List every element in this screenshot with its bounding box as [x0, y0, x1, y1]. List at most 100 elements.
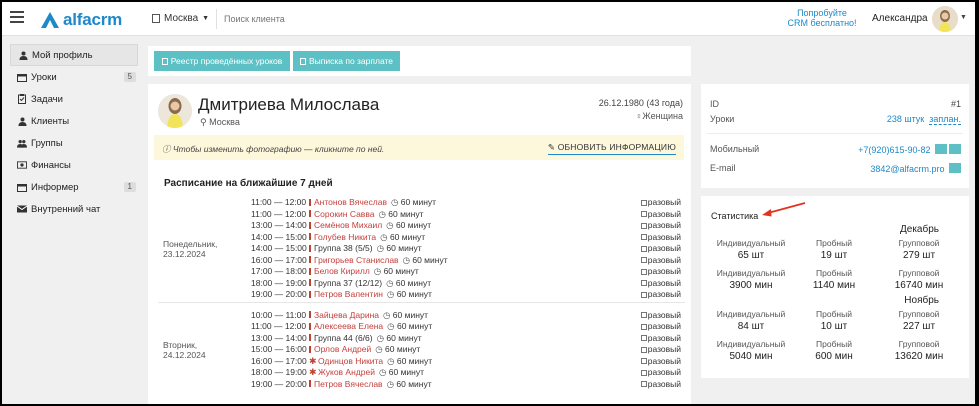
lesson-row[interactable]: 16:00 — 17:00 ✱Одинцов Никита ◷ 60 минут ра…: [251, 356, 681, 367]
lesson-participant-link[interactable]: Петров Валентин: [314, 289, 383, 299]
stats-cell-label: Групповой: [898, 309, 940, 319]
lessons-register-button[interactable]: Реестр проведённых уроков: [154, 51, 290, 71]
lesson-participant-link[interactable]: Группа 37 (12/12): [314, 278, 382, 288]
lesson-duration: 60 минут: [396, 289, 432, 299]
one-time-checkbox[interactable]: разовый: [640, 232, 681, 243]
lesson-participant-link[interactable]: Григорьев Станислав: [314, 255, 399, 265]
lesson-row[interactable]: 15:00 — 16:00 Орлов Андрей ◷ 60 минут разов…: [251, 344, 681, 355]
day-separator: [158, 301, 685, 303]
phone-icon[interactable]: [949, 144, 961, 154]
lesson-row[interactable]: 14:00 — 15:00 Голубев Никита ◷ 60 минут раз…: [251, 232, 681, 243]
one-time-checkbox[interactable]: разовый: [640, 255, 681, 266]
lessons-count-link[interactable]: 238 штук: [887, 114, 924, 124]
sidebar-item-lessons[interactable]: Уроки 5: [10, 66, 138, 88]
checkbox-box: [640, 323, 647, 330]
menu-icon[interactable]: [10, 11, 24, 23]
lesson-participant-link[interactable]: Голубев Никита: [314, 232, 376, 242]
one-time-checkbox[interactable]: разовый: [640, 289, 681, 300]
brand-logo[interactable]: alfacrm: [40, 10, 122, 30]
lesson-row[interactable]: 18:00 — 19:00 Группа 37 (12/12) ◷ 60 минут…: [251, 278, 681, 289]
lesson-participant-link[interactable]: Орлов Андрей: [314, 344, 371, 354]
user-avatar[interactable]: [932, 6, 958, 32]
stats-cell-label: Индивидуальный: [716, 238, 786, 248]
sidebar-item-finance[interactable]: Финансы: [10, 154, 138, 176]
id-value: #1: [950, 99, 961, 109]
lesson-row[interactable]: 14:00 — 15:00 Группа 38 (5/5) ◷ 60 минут ра…: [251, 243, 681, 254]
building-icon: [152, 14, 160, 23]
lessons-planned-link[interactable]: заплан.: [929, 114, 961, 125]
lesson-participant-link[interactable]: Антонов Вячеслав: [314, 197, 387, 207]
lesson-row[interactable]: 13:00 — 14:00 Семёнов Михаил ◷ 60 минут раз…: [251, 220, 681, 231]
stats-cell-label: Групповой: [898, 339, 940, 349]
one-time-checkbox[interactable]: разовый: [640, 278, 681, 289]
lesson-participant-link[interactable]: Алексеева Елена: [314, 321, 383, 331]
email-value: 3842@alfacrm.pro: [870, 163, 961, 174]
salary-statement-button[interactable]: Выписка по зарплате: [293, 51, 400, 71]
checkbox-box: [640, 358, 647, 364]
client-search-input[interactable]: [216, 9, 386, 29]
one-time-checkbox[interactable]: разовый: [640, 321, 681, 332]
one-time-checkbox[interactable]: разовый: [640, 243, 681, 254]
city-selector[interactable]: Москва ▼: [152, 13, 209, 24]
clock-icon: ◷: [402, 254, 410, 265]
one-time-checkbox[interactable]: разовый: [640, 220, 681, 231]
one-time-checkbox[interactable]: разовый: [640, 379, 681, 390]
sms-icon[interactable]: [935, 144, 947, 154]
stats-cell-value: 65 шт: [737, 250, 765, 261]
lesson-row[interactable]: 10:00 — 11:00 Зайцева Дарина ◷ 60 минут раз…: [251, 310, 681, 321]
lesson-participant-link[interactable]: Группа 44 (6/6): [314, 333, 373, 343]
lesson-row[interactable]: 11:00 — 12:00 Антонов Вячеслав ◷ 60 минут р…: [251, 197, 681, 208]
stats-cell-value: 16740 мин: [894, 280, 944, 291]
one-time-checkbox[interactable]: разовый: [640, 197, 681, 208]
lesson-row[interactable]: 11:00 — 12:00 Алексеева Елена ◷ 60 минут ра…: [251, 321, 681, 332]
checkbox-box: [640, 268, 647, 275]
lesson-participant-link[interactable]: Белов Кирилл: [314, 266, 370, 276]
lesson-time: 11:00 — 12:00: [251, 208, 307, 219]
day-label: Вторник, 24.12.2024: [163, 340, 206, 360]
lesson-participant-link[interactable]: Сорокин Савва: [314, 209, 374, 219]
lessons-register-label: Реестр проведённых уроков: [170, 56, 283, 66]
one-time-checkbox[interactable]: разовый: [640, 266, 681, 277]
envelope-icon[interactable]: [949, 163, 961, 173]
divider: [707, 133, 963, 134]
lesson-row[interactable]: 19:00 — 20:00 Петров Вячеслав ◷ 60 минут ра…: [251, 379, 681, 390]
one-time-checkbox[interactable]: разовый: [640, 209, 681, 220]
lesson-row[interactable]: 17:00 — 18:00 Белов Кирилл ◷ 60 минут разов…: [251, 266, 681, 277]
email-link[interactable]: 3842@alfacrm.pro: [870, 164, 944, 174]
sidebar-item-tasks[interactable]: Задачи: [10, 88, 138, 110]
checkbox-box: [640, 291, 647, 298]
lesson-row[interactable]: 13:00 — 14:00 Группа 44 (6/6) ◷ 60 минут ра…: [251, 333, 681, 344]
sidebar-item-label: Группы: [31, 137, 63, 149]
one-time-label: разовый: [647, 289, 681, 299]
info-circle-icon: ⓘ: [162, 144, 171, 154]
lesson-row[interactable]: 11:00 — 12:00 Сорокин Савва ◷ 60 минут разо…: [251, 209, 681, 220]
lesson-participant-link[interactable]: Семёнов Михаил: [314, 220, 382, 230]
update-info-button[interactable]: ✎ ОБНОВИТЬ ИНФОРМАЦИЮ: [547, 142, 676, 155]
lesson-row[interactable]: 16:00 — 17:00 Григорьев Станислав ◷ 60 мин…: [251, 255, 681, 266]
sidebar-item-my-profile[interactable]: Мой профиль: [10, 44, 138, 66]
sidebar-item-clients[interactable]: Клиенты: [10, 110, 138, 132]
one-time-checkbox[interactable]: разовый: [640, 344, 681, 355]
sidebar-item-internal-chat[interactable]: Внутренний чат: [10, 198, 138, 220]
sidebar-item-informer[interactable]: Информер 1: [10, 176, 138, 198]
mobile-phone-link[interactable]: +7(920)615-90-82: [858, 145, 930, 155]
lesson-participant-link[interactable]: Одинцов Никита: [318, 356, 383, 366]
lesson-row[interactable]: 19:00 — 20:00 Петров Валентин ◷ 60 минут ра…: [251, 289, 681, 300]
lesson-marker-icon: [309, 267, 311, 275]
lesson-participant-link[interactable]: Зайцева Дарина: [314, 310, 379, 320]
photo-notice-text: ⓘ Чтобы изменить фотографию — кликните п…: [162, 143, 384, 155]
lesson-participant-link[interactable]: Жуков Андрей: [318, 367, 375, 377]
lesson-participant-link[interactable]: Группа 38 (5/5): [314, 243, 373, 253]
lesson-row[interactable]: 18:00 — 19:00 ✱Жуков Андрей ◷ 60 минут разо…: [251, 367, 681, 378]
sidebar-item-groups[interactable]: Группы: [10, 132, 138, 154]
day-date: 24.12.2024: [163, 349, 206, 360]
free-trial-link[interactable]: Попробуйте CRM бесплатно!: [777, 8, 867, 28]
one-time-checkbox[interactable]: разовый: [640, 310, 681, 321]
one-time-checkbox[interactable]: разовый: [640, 333, 681, 344]
lesson-participant-link[interactable]: Петров Вячеслав: [314, 379, 383, 389]
chevron-down-icon[interactable]: ▼: [960, 14, 967, 21]
profile-photo[interactable]: [158, 94, 192, 128]
one-time-checkbox[interactable]: разовый: [640, 356, 681, 367]
one-time-checkbox[interactable]: разовый: [640, 367, 681, 378]
user-name[interactable]: Александра: [872, 13, 928, 24]
